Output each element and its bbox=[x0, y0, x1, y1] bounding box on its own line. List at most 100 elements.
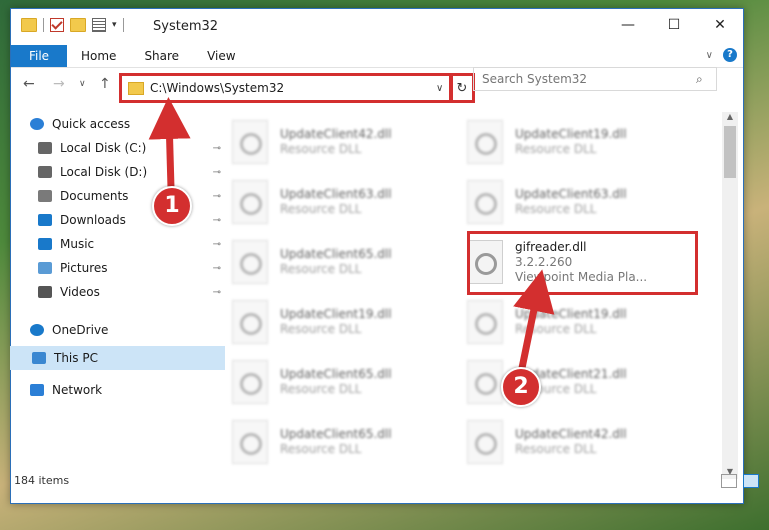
sidebar-item-label: Documents bbox=[60, 189, 129, 203]
sidebar-item-quick-access[interactable]: Quick access bbox=[30, 112, 225, 136]
file-description: Resource DLL bbox=[280, 202, 362, 216]
new-folder-icon[interactable] bbox=[70, 18, 86, 32]
up-arrow-icon[interactable]: ↑ bbox=[99, 76, 111, 92]
documents-icon bbox=[38, 190, 52, 202]
pin-icon: ⊸ bbox=[212, 142, 221, 154]
search-input[interactable] bbox=[474, 71, 696, 87]
dll-file-icon bbox=[232, 360, 268, 404]
ribbon-tabs: File Home Share View ∨ ? bbox=[11, 45, 743, 68]
dll-file-icon bbox=[467, 420, 503, 464]
folder-icon[interactable] bbox=[21, 18, 37, 32]
file-description: Resource DLL bbox=[515, 142, 597, 156]
sidebar-item-label: This PC bbox=[54, 351, 98, 365]
file-tile[interactable]: UpdateClient63.dll Resource DLL bbox=[467, 174, 689, 230]
highlight-box bbox=[467, 231, 698, 295]
callout-2: 2 bbox=[501, 367, 541, 407]
sidebar-item-onedrive[interactable]: OneDrive bbox=[30, 318, 225, 342]
sidebar-item-local-disk-c[interactable]: Local Disk (C:) ⊸ bbox=[30, 136, 225, 160]
back-arrow-icon[interactable]: ← bbox=[23, 76, 35, 92]
pin-icon: ⊸ bbox=[212, 214, 221, 226]
vertical-scrollbar[interactable]: ▲ ▼ bbox=[722, 112, 738, 479]
sidebar-item-downloads[interactable]: Downloads ⊸ bbox=[30, 208, 225, 232]
details-view-icon[interactable] bbox=[721, 474, 737, 488]
forward-arrow-icon[interactable]: → bbox=[53, 76, 65, 92]
navigation-pane: Quick access Local Disk (C:) ⊸ Local Disk (… bbox=[10, 112, 225, 472]
sidebar-item-music[interactable]: Music ⊸ bbox=[30, 232, 225, 256]
search-box[interactable]: ⌕ bbox=[473, 67, 717, 91]
scrollbar-thumb[interactable] bbox=[724, 126, 736, 178]
file-tile[interactable]: UpdateClient65.dll Resource DLL bbox=[232, 354, 454, 410]
pin-icon: ⊸ bbox=[212, 166, 221, 178]
file-tile[interactable]: UpdateClient21.dll Resource DLL bbox=[467, 354, 689, 410]
tab-home[interactable]: Home bbox=[67, 45, 130, 67]
file-tile[interactable]: UpdateClient65.dll Resource DLL bbox=[232, 234, 454, 290]
file-name: UpdateClient42.dll bbox=[280, 127, 392, 141]
file-tile[interactable]: UpdateClient19.dll Resource DLL bbox=[467, 114, 689, 170]
address-dropdown-icon[interactable]: ∨ bbox=[436, 83, 450, 94]
drive-icon bbox=[38, 166, 52, 178]
network-icon bbox=[30, 384, 44, 396]
maximize-button[interactable]: ☐ bbox=[651, 9, 697, 41]
pin-icon: ⊸ bbox=[212, 286, 221, 298]
file-tile[interactable]: UpdateClient42.dll Resource DLL bbox=[232, 114, 454, 170]
file-name: UpdateClient63.dll bbox=[280, 187, 392, 201]
cloud-icon bbox=[30, 324, 44, 336]
address-bar[interactable]: C:\Windows\System32 ∨ bbox=[119, 73, 453, 103]
callout-1: 1 bbox=[152, 186, 192, 226]
file-description: Resource DLL bbox=[280, 262, 362, 276]
help-icon[interactable]: ? bbox=[723, 48, 737, 62]
window-controls: — ☐ ✕ bbox=[605, 9, 743, 41]
dll-file-icon bbox=[467, 120, 503, 164]
status-item-count: 184 items bbox=[14, 474, 70, 487]
recent-locations-icon[interactable]: ∨ bbox=[79, 79, 86, 89]
close-button[interactable]: ✕ bbox=[697, 9, 743, 41]
expand-ribbon-icon[interactable]: ∨ bbox=[706, 50, 713, 61]
file-name: UpdateClient19.dll bbox=[515, 307, 627, 321]
file-name: UpdateClient42.dll bbox=[515, 427, 627, 441]
search-icon[interactable]: ⌕ bbox=[696, 72, 716, 87]
star-icon bbox=[30, 118, 44, 130]
address-path[interactable]: C:\Windows\System32 bbox=[150, 81, 436, 95]
file-name: UpdateClient65.dll bbox=[280, 247, 392, 261]
dll-file-icon bbox=[467, 300, 503, 344]
sidebar-item-label: Local Disk (C:) bbox=[60, 141, 147, 155]
sidebar-item-label: Music bbox=[60, 237, 95, 251]
title-bar: ▾ System32 — ☐ ✕ bbox=[11, 9, 743, 45]
sidebar-item-network[interactable]: Network bbox=[30, 378, 225, 402]
sidebar-item-local-disk-d[interactable]: Local Disk (D:) ⊸ bbox=[30, 160, 225, 184]
tab-view[interactable]: View bbox=[193, 45, 249, 67]
pin-icon: ⊸ bbox=[212, 190, 221, 202]
toolbar-separator bbox=[43, 18, 44, 32]
sidebar-item-label: Pictures bbox=[60, 261, 108, 275]
dll-file-icon bbox=[232, 240, 268, 284]
file-tile[interactable]: UpdateClient42.dll Resource DLL bbox=[467, 414, 689, 470]
sidebar-item-this-pc[interactable]: This PC bbox=[10, 346, 225, 370]
sidebar-item-label: Videos bbox=[60, 285, 100, 299]
qa-dropdown-icon[interactable]: ▾ bbox=[112, 20, 117, 30]
file-tile[interactable]: UpdateClient63.dll Resource DLL bbox=[232, 174, 454, 230]
sidebar-item-documents[interactable]: Documents ⊸ bbox=[30, 184, 225, 208]
file-description: Resource DLL bbox=[280, 382, 362, 396]
sidebar-item-videos[interactable]: Videos ⊸ bbox=[30, 280, 225, 304]
computer-icon bbox=[32, 352, 46, 364]
file-tile[interactable]: UpdateClient65.dll Resource DLL bbox=[232, 414, 454, 470]
file-description: Resource DLL bbox=[280, 142, 362, 156]
tab-share[interactable]: Share bbox=[130, 45, 193, 67]
dll-file-icon bbox=[232, 120, 268, 164]
dll-file-icon bbox=[467, 180, 503, 224]
minimize-button[interactable]: — bbox=[605, 9, 651, 41]
sidebar-item-pictures[interactable]: Pictures ⊸ bbox=[30, 256, 225, 280]
view-toggle bbox=[721, 474, 759, 488]
tab-file[interactable]: File bbox=[11, 45, 67, 67]
download-icon bbox=[38, 214, 52, 226]
file-tile[interactable]: UpdateClient19.dll Resource DLL bbox=[232, 294, 454, 350]
pictures-icon bbox=[38, 262, 52, 274]
file-tile[interactable]: UpdateClient19.dll Resource DLL bbox=[467, 294, 689, 350]
file-description: Resource DLL bbox=[515, 442, 597, 456]
scroll-up-icon[interactable]: ▲ bbox=[722, 112, 738, 124]
sidebar-item-label: Network bbox=[52, 383, 103, 397]
properties-check-icon[interactable] bbox=[50, 18, 64, 32]
refresh-button[interactable]: ↻ bbox=[449, 73, 475, 103]
customize-icon[interactable] bbox=[92, 18, 106, 32]
tiles-view-icon[interactable] bbox=[743, 474, 759, 488]
